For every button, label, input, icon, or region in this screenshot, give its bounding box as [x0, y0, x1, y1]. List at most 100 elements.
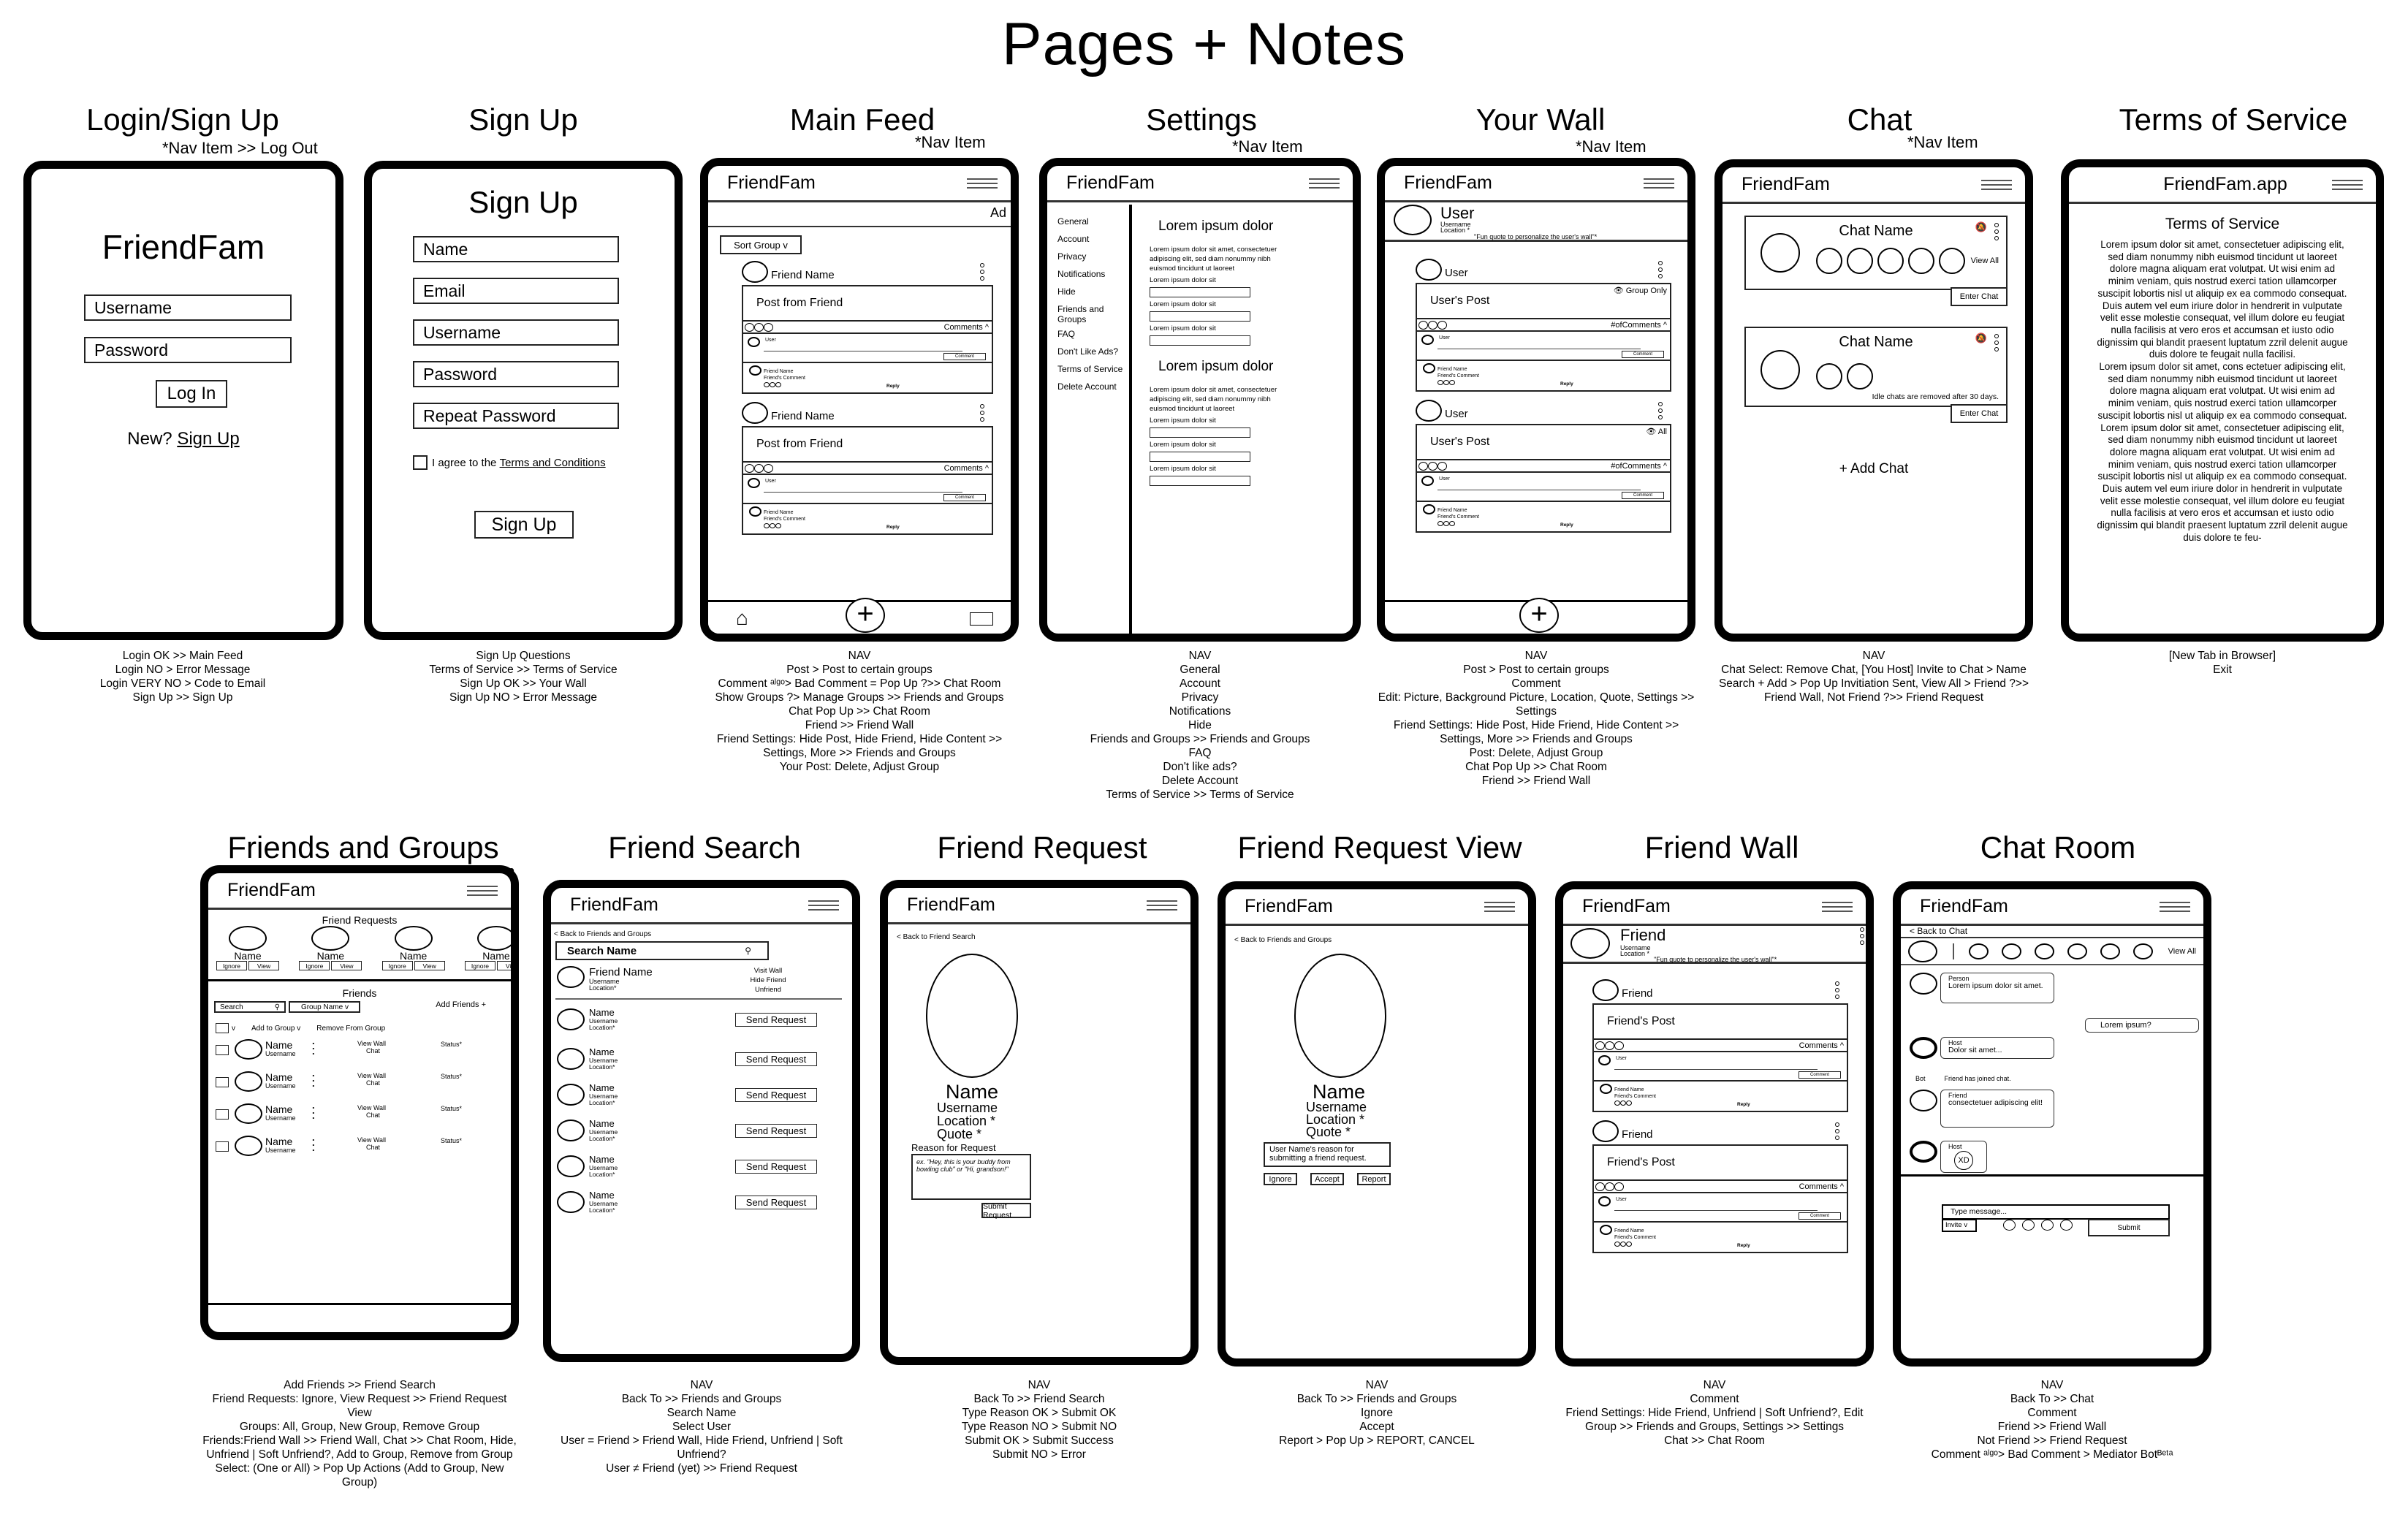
result-avatar[interactable]: [557, 1048, 585, 1070]
send-request-button[interactable]: Send Request: [735, 1013, 817, 1027]
participant-avatar[interactable]: [2035, 943, 2055, 959]
group-name-dropdown[interactable]: Group Name v: [289, 1001, 361, 1013]
result-avatar[interactable]: [557, 1120, 585, 1141]
select-all-chevron[interactable]: v: [232, 1025, 235, 1033]
chat-options-icon[interactable]: [1994, 334, 1999, 351]
friend-avatar[interactable]: [235, 1103, 262, 1124]
emoji-option-icon[interactable]: [2003, 1220, 2016, 1231]
comment-button[interactable]: Comment: [1799, 1071, 1841, 1079]
comment-button[interactable]: Comment: [1799, 1212, 1841, 1220]
top-result-action-unfriend[interactable]: Unfriend: [735, 985, 801, 995]
ignore-button[interactable]: Ignore: [216, 961, 247, 970]
add-post-button[interactable]: +: [1519, 598, 1559, 633]
invite-dropdown[interactable]: Invite v: [1942, 1219, 1977, 1232]
comment-button[interactable]: Comment: [1622, 492, 1664, 499]
reaction-icons[interactable]: [1418, 320, 1447, 330]
member-avatar[interactable]: [1877, 248, 1904, 274]
friend-options-icon[interactable]: ...: [312, 1068, 315, 1088]
reply-link[interactable]: Reply: [1560, 381, 1573, 387]
friend-search-input[interactable]: Search ⚲: [214, 1001, 286, 1013]
comments-toggle[interactable]: Comments ^: [944, 464, 989, 473]
settings-menu-item-privacy[interactable]: Privacy: [1057, 251, 1128, 262]
view-all-link[interactable]: View All: [2168, 947, 2196, 956]
emoji-option-icon[interactable]: [2022, 1220, 2035, 1231]
report-button[interactable]: Report: [1357, 1173, 1391, 1185]
accept-button[interactable]: Accept: [1310, 1173, 1344, 1185]
hamburger-menu-icon[interactable]: [1981, 179, 2012, 190]
friend-select-checkbox[interactable]: [216, 1077, 229, 1087]
comment-button[interactable]: Comment: [1622, 351, 1664, 358]
reaction-icon[interactable]: [764, 463, 773, 473]
top-result-action-visit-wall[interactable]: Visit Wall: [735, 966, 801, 976]
friend-select-checkbox[interactable]: [216, 1141, 229, 1152]
friend-options-icon[interactable]: ...: [312, 1133, 315, 1152]
post-author[interactable]: User: [1416, 400, 1468, 422]
settings-menu-item-terms-of-service[interactable]: Terms of Service: [1057, 364, 1128, 374]
signup-field-repeat-password[interactable]: Repeat Password: [413, 403, 619, 429]
participant-avatar[interactable]: [1969, 943, 1989, 959]
reaction-icon[interactable]: [1449, 380, 1455, 385]
settings-menu-item-hide[interactable]: Hide: [1057, 286, 1128, 297]
reaction-icon[interactable]: [745, 463, 754, 473]
comment-button[interactable]: Comment: [943, 353, 986, 360]
comment-reactions[interactable]: [1437, 380, 1455, 385]
terms-checkbox[interactable]: [413, 455, 428, 470]
mute-bell-icon[interactable]: 🔕: [1975, 332, 1987, 344]
settings-field-input[interactable]: [1150, 311, 1250, 322]
view-button[interactable]: View: [331, 961, 362, 970]
reaction-icon[interactable]: [1620, 1101, 1626, 1106]
hamburger-menu-icon[interactable]: [2160, 901, 2190, 912]
post-author[interactable]: Friend Name: [742, 402, 835, 424]
top-result-action-hide-friend[interactable]: Hide Friend: [735, 976, 801, 985]
sender-avatar[interactable]: [1910, 973, 1937, 995]
ignore-button[interactable]: Ignore: [464, 961, 495, 970]
post-options-icon[interactable]: [1658, 402, 1663, 419]
comments-toggle[interactable]: Comments ^: [944, 323, 989, 332]
profile-avatar[interactable]: [1394, 205, 1432, 235]
friend-avatar[interactable]: [235, 1039, 262, 1060]
send-request-button[interactable]: Send Request: [735, 1196, 817, 1209]
friend-settings-menu-icon[interactable]: [1860, 927, 1864, 945]
add-post-button[interactable]: +: [846, 598, 885, 633]
reaction-icon[interactable]: [1437, 461, 1447, 471]
send-request-button[interactable]: Send Request: [735, 1088, 817, 1102]
reaction-icon[interactable]: [1418, 461, 1428, 471]
back-link[interactable]: < Back to Chat: [1901, 926, 2203, 938]
ignore-button[interactable]: Ignore: [381, 961, 413, 970]
reaction-icon[interactable]: [1626, 1242, 1632, 1247]
reaction-icons[interactable]: [1595, 1041, 1624, 1050]
friend-avatar[interactable]: [235, 1136, 262, 1156]
view-button[interactable]: View: [496, 961, 511, 970]
mute-bell-icon[interactable]: 🔕: [1975, 221, 1987, 233]
chat-card[interactable]: Chat Name 🔕 View All Enter Chat: [1744, 216, 2008, 309]
reaction-icon[interactable]: [770, 523, 775, 528]
settings-field-input[interactable]: [1150, 335, 1250, 346]
add-to-group-dropdown[interactable]: Add to Group v: [251, 1025, 300, 1033]
reaction-icons[interactable]: [1418, 461, 1447, 471]
comments-toggle[interactable]: #ofComments ^: [1611, 462, 1667, 471]
hamburger-menu-icon[interactable]: [1309, 178, 1340, 189]
view-wall-link[interactable]: View Wall: [357, 1104, 386, 1111]
chat-link[interactable]: Chat: [366, 1144, 380, 1151]
view-all-link[interactable]: View All: [1971, 256, 1999, 265]
settings-menu-item-faq[interactable]: FAQ: [1057, 329, 1128, 339]
post-options-icon[interactable]: [980, 404, 984, 422]
view-button[interactable]: View: [414, 961, 445, 970]
reaction-icons[interactable]: [1595, 1182, 1624, 1191]
hamburger-menu-icon[interactable]: [1822, 901, 1853, 912]
chat-card[interactable]: Chat Name 🔕 Idle chats are removed after 3…: [1744, 327, 2008, 426]
reaction-icon[interactable]: [764, 382, 770, 387]
top-result[interactable]: Friend Name Username Location* Visit Wal…: [555, 960, 842, 1000]
search-name-input[interactable]: Search Name ⚲: [555, 941, 769, 960]
settings-menu-item-don-t-like-ads-[interactable]: Don't Like Ads?: [1057, 346, 1128, 357]
hamburger-menu-icon[interactable]: [2332, 180, 2363, 190]
reply-link[interactable]: Reply: [1560, 522, 1573, 528]
emoji-option-icon[interactable]: [2060, 1220, 2073, 1231]
chat-link[interactable]: Chat: [366, 1079, 380, 1087]
comments-toggle[interactable]: Comments ^: [1799, 1182, 1844, 1191]
chat-link[interactable]: Chat: [366, 1111, 380, 1119]
signup-field-password[interactable]: Password: [413, 361, 619, 387]
back-link[interactable]: < Back to Friends and Groups: [1226, 926, 1528, 944]
terms-link[interactable]: Terms and Conditions: [500, 457, 606, 469]
reply-link[interactable]: Reply: [1737, 1102, 1750, 1107]
